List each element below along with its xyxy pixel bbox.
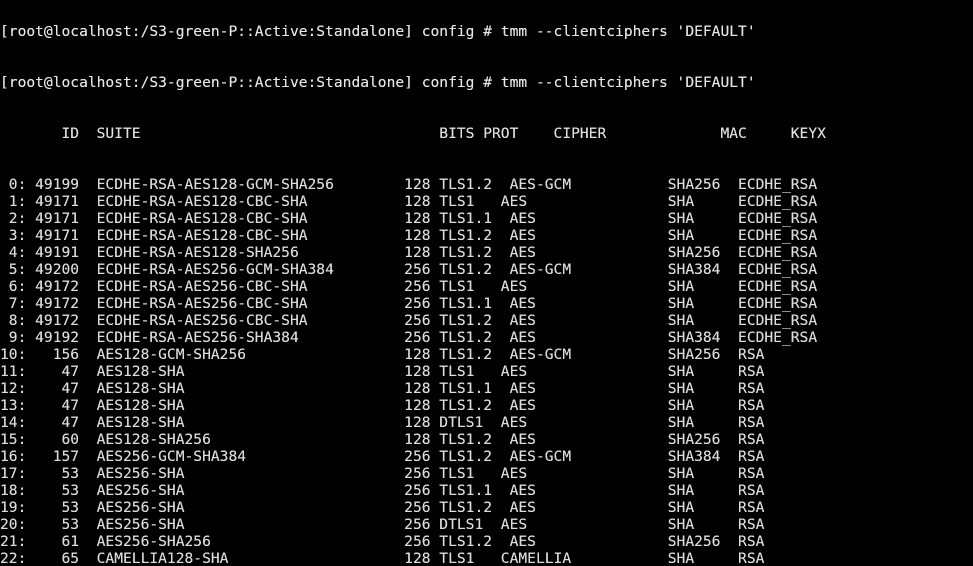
cipher-row: 1: 49171 ECDHE-RSA-AES128-CBC-SHA 128 TL… <box>0 193 818 210</box>
cipher-table-body: 0: 49199 ECDHE-RSA-AES128-GCM-SHA256 128… <box>0 176 973 566</box>
cipher-row: 9: 49192 ECDHE-RSA-AES256-SHA384 256 TLS… <box>0 329 818 346</box>
cipher-row: 19: 53 AES256-SHA 256 TLS1.2 AES SHA RSA <box>0 499 765 516</box>
cipher-row: 22: 65 CAMELLIA128-SHA 128 TLS1 CAMELLIA… <box>0 550 765 566</box>
cipher-row: 17: 53 AES256-SHA 256 TLS1 AES SHA RSA <box>0 465 765 482</box>
table-header-row: ID SUITE BITS PROT CIPHER MAC KEYX <box>0 125 826 142</box>
cipher-row: 7: 49172 ECDHE-RSA-AES256-CBC-SHA 256 TL… <box>0 295 818 312</box>
cipher-row: 6: 49172 ECDHE-RSA-AES256-CBC-SHA 256 TL… <box>0 278 818 295</box>
cipher-row: 21: 61 AES256-SHA256 256 TLS1.2 AES SHA2… <box>0 533 765 550</box>
cipher-row: 15: 60 AES128-SHA256 128 TLS1.2 AES SHA2… <box>0 431 765 448</box>
cipher-row: 20: 53 AES256-SHA 256 DTLS1 AES SHA RSA <box>0 516 765 533</box>
cipher-row: 3: 49171 ECDHE-RSA-AES128-CBC-SHA 128 TL… <box>0 227 818 244</box>
cipher-row: 11: 47 AES128-SHA 128 TLS1 AES SHA RSA <box>0 363 765 380</box>
cipher-row: 14: 47 AES128-SHA 128 DTLS1 AES SHA RSA <box>0 414 765 431</box>
cipher-row: 0: 49199 ECDHE-RSA-AES128-GCM-SHA256 128… <box>0 176 818 193</box>
cipher-row: 10: 156 AES128-GCM-SHA256 128 TLS1.2 AES… <box>0 346 765 363</box>
prompt-line-scrollback: [root@localhost:/S3-green-P::Active:Stan… <box>0 23 756 40</box>
cipher-row: 5: 49200 ECDHE-RSA-AES256-GCM-SHA384 256… <box>0 261 818 278</box>
cipher-row: 18: 53 AES256-SHA 256 TLS1.1 AES SHA RSA <box>0 482 765 499</box>
terminal-screen: [root@localhost:/S3-green-P::Active:Stan… <box>0 0 973 566</box>
cipher-row: 16: 157 AES256-GCM-SHA384 256 TLS1.2 AES… <box>0 448 765 465</box>
cipher-row: 4: 49191 ECDHE-RSA-AES128-SHA256 128 TLS… <box>0 244 818 261</box>
prompt-line-command: [root@localhost:/S3-green-P::Active:Stan… <box>0 74 756 91</box>
cipher-row: 2: 49171 ECDHE-RSA-AES128-CBC-SHA 128 TL… <box>0 210 818 227</box>
cipher-row: 13: 47 AES128-SHA 128 TLS1.2 AES SHA RSA <box>0 397 765 414</box>
cipher-row: 12: 47 AES128-SHA 128 TLS1.1 AES SHA RSA <box>0 380 765 397</box>
cipher-row: 8: 49172 ECDHE-RSA-AES256-CBC-SHA 256 TL… <box>0 312 818 329</box>
terminal-window[interactable]: [root@localhost:/S3-green-P::Active:Stan… <box>0 0 973 566</box>
